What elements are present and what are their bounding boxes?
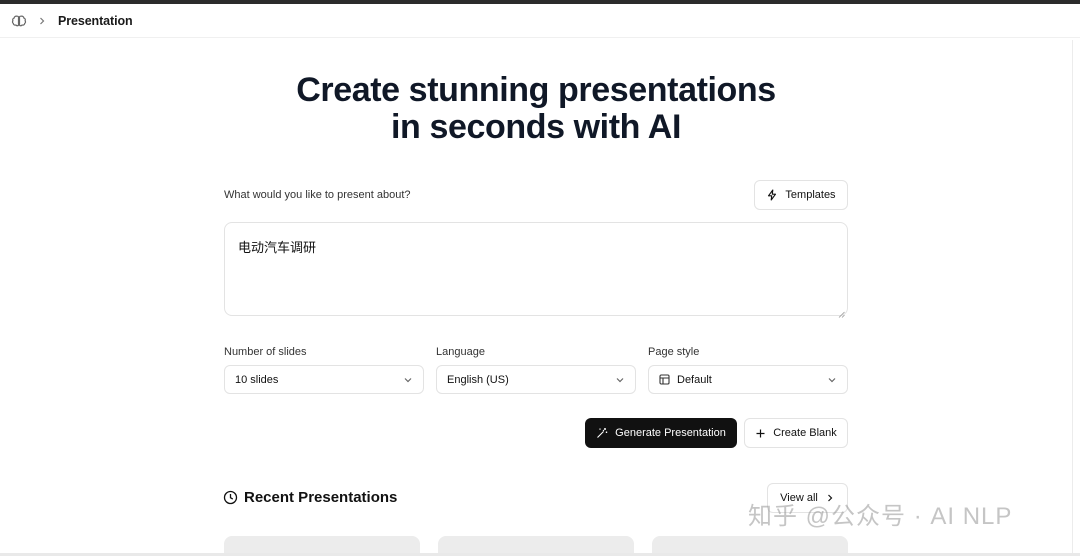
watermark: 知乎 @公众号 · AI NLP (748, 503, 1013, 530)
chevron-down-icon (615, 375, 625, 385)
topic-textarea-value: 电动汽车调研 (238, 240, 317, 255)
slides-count-select[interactable]: 10 slides (224, 365, 424, 394)
lightning-icon (768, 189, 777, 201)
magic-wand-icon (597, 428, 608, 438)
chevron-down-icon (403, 375, 413, 385)
top-bar: Presentation (0, 4, 1080, 38)
page-title: Create stunning presentations in seconds… (0, 72, 1072, 146)
create-blank-button[interactable]: Create Blank (744, 418, 848, 448)
page-style-label: Page style (648, 346, 700, 358)
chevron-right-icon (37, 16, 47, 26)
generate-button-label: Generate Presentation (615, 427, 726, 439)
page-title-line-1: Create stunning presentations (296, 71, 776, 109)
resize-grip-icon[interactable] (838, 306, 845, 318)
language-select[interactable]: English (US) (436, 365, 636, 394)
page-title-line-2: in seconds with AI (390, 108, 682, 146)
page-edge-divider (1072, 40, 1073, 556)
topic-textarea[interactable]: 电动汽车调研 (224, 222, 848, 318)
page-style-value: Default (677, 373, 712, 386)
templates-button[interactable]: Templates (754, 180, 848, 210)
prompt-label: What would you like to present about? (224, 189, 411, 201)
recent-presentations-title: Recent Presentations (244, 489, 398, 506)
templates-button-label: Templates (785, 189, 836, 201)
breadcrumb-current-page[interactable]: Presentation (58, 14, 133, 28)
create-blank-label: Create Blank (773, 427, 837, 439)
layout-icon (659, 374, 670, 385)
brain-icon[interactable] (11, 13, 27, 29)
language-label: Language (436, 346, 485, 358)
clock-icon (223, 490, 238, 505)
slides-count-value: 10 slides (235, 373, 279, 386)
generate-presentation-button[interactable]: Generate Presentation (585, 418, 737, 448)
language-value: English (US) (447, 373, 509, 386)
chevron-down-icon (827, 375, 837, 385)
page-style-select[interactable]: Default (648, 365, 848, 394)
slides-count-label: Number of slides (224, 346, 307, 358)
plus-icon (756, 429, 765, 437)
recent-presentations-heading: Recent Presentations (223, 489, 397, 506)
